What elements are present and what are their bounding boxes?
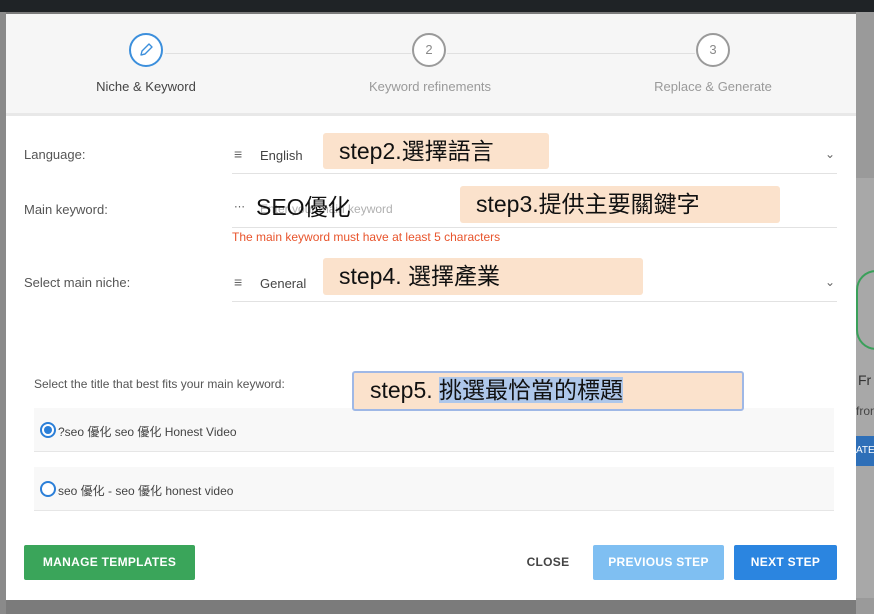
- annotation-step2: step2.選擇語言: [323, 133, 549, 169]
- annotation-step5-highlight: 挑選最恰當的標題: [439, 377, 624, 403]
- list-icon: ≡: [234, 274, 243, 290]
- language-label: Language:: [24, 147, 86, 162]
- language-value: English: [260, 148, 303, 163]
- title-option-text: ?seo 優化 seo 優化 Honest Video: [58, 425, 237, 439]
- main-keyword-label: Main keyword:: [24, 202, 108, 217]
- annotation-step3: step3.提供主要關鍵字: [460, 186, 780, 223]
- step-2-circle[interactable]: 2: [412, 33, 446, 67]
- radio-button[interactable]: [40, 481, 56, 497]
- background-circle-shape: [856, 270, 874, 350]
- chevron-down-icon: ⌄: [824, 147, 835, 161]
- close-button[interactable]: CLOSE: [516, 545, 580, 580]
- top-bar: [0, 0, 874, 12]
- background-text: Fr: [858, 372, 872, 388]
- wizard-stepper: Niche & Keyword 2 Keyword refinements 3 …: [6, 14, 856, 116]
- step-connector: [165, 53, 411, 54]
- step-3-label: Replace & Generate: [654, 79, 772, 94]
- step-connector: [447, 53, 695, 54]
- radio-button-checked[interactable]: [40, 422, 56, 438]
- edit-icon: [140, 43, 153, 56]
- modal-dialog: Niche & Keyword 2 Keyword refinements 3 …: [6, 14, 856, 600]
- background-button: ATE: [856, 436, 874, 466]
- next-step-button[interactable]: NEXT STEP: [734, 545, 837, 580]
- chevron-down-icon: ⌄: [824, 275, 835, 289]
- title-prompt: Select the title that best fits your mai…: [34, 377, 285, 391]
- step-1-circle[interactable]: [129, 33, 163, 67]
- step-3-circle[interactable]: 3: [696, 33, 730, 67]
- keyword-overlay-text: SEO優化: [256, 194, 351, 220]
- list-icon: ≡: [234, 146, 243, 162]
- step-2-label: Keyword refinements: [368, 79, 492, 94]
- annotation-step5: step5. 挑選最恰當的標題: [352, 371, 744, 411]
- niche-value: General: [260, 276, 307, 291]
- background-text: fron: [856, 404, 874, 418]
- niche-label: Select main niche:: [24, 275, 131, 290]
- annotation-step5-prefix: step5.: [370, 377, 440, 403]
- annotation-step4: step4. 選擇產業: [323, 258, 643, 295]
- title-option[interactable]: seo 優化 - seo 優化 honest video: [34, 467, 834, 511]
- title-option[interactable]: ?seo 優化 seo 優化 Honest Video: [34, 408, 834, 452]
- main-keyword-error: The main keyword must have at least 5 ch…: [232, 230, 501, 244]
- previous-step-button[interactable]: PREVIOUS STEP: [593, 545, 724, 580]
- background-right-panel: [856, 178, 874, 598]
- manage-templates-button[interactable]: MANAGE TEMPLATES: [24, 545, 195, 580]
- title-option-text: seo 優化 - seo 優化 honest video: [58, 484, 234, 498]
- step-1-label: Niche & Keyword: [96, 79, 196, 94]
- more-horizontal-icon: ⋯: [234, 201, 245, 213]
